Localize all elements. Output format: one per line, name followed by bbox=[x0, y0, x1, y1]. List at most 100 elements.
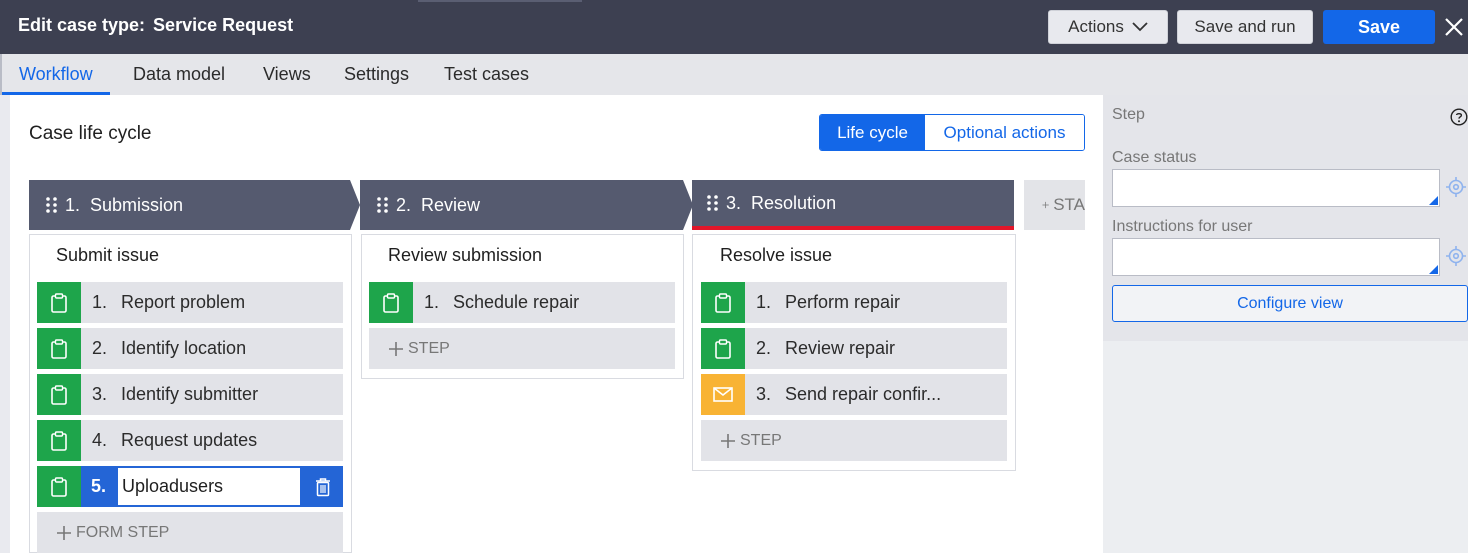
step-icon bbox=[701, 282, 745, 323]
tab-bar: Workflow Data model Views Settings Test … bbox=[0, 54, 1468, 95]
case-status-label: Case status bbox=[1112, 149, 1197, 166]
step-review-repair[interactable]: 2. Review repair bbox=[701, 328, 1007, 369]
clipboard-icon bbox=[51, 476, 67, 497]
step-schedule-repair[interactable]: 1. Schedule repair bbox=[369, 282, 675, 323]
delete-step-button[interactable] bbox=[302, 466, 343, 507]
stage-number: 3. bbox=[726, 192, 742, 213]
clipboard-icon bbox=[51, 338, 67, 359]
clipboard-icon bbox=[51, 430, 67, 451]
close-icon[interactable] bbox=[1441, 14, 1467, 40]
step-request-updates[interactable]: 4. Request updates bbox=[37, 420, 343, 461]
trash-icon bbox=[315, 477, 330, 496]
properties-panel-lower bbox=[1103, 341, 1468, 553]
step-icon bbox=[369, 282, 413, 323]
step-number: 1. bbox=[91, 292, 107, 312]
step-label: Identify location bbox=[121, 338, 247, 358]
tab-workflow[interactable]: Workflow bbox=[2, 54, 110, 95]
stage-arrow bbox=[350, 180, 360, 230]
step-label: Review repair bbox=[785, 338, 896, 358]
tab-data-model[interactable]: Data model bbox=[133, 54, 225, 95]
step-label: Identify submitter bbox=[121, 384, 259, 404]
target-icon[interactable] bbox=[1445, 245, 1467, 267]
top-header: Edit case type: Service Request Actions S… bbox=[0, 0, 1468, 54]
plus-icon bbox=[57, 525, 71, 540]
step-perform-repair[interactable]: 1. Perform repair bbox=[701, 282, 1007, 323]
add-step-button[interactable]: STEP bbox=[701, 420, 1007, 461]
header-notch bbox=[418, 0, 582, 2]
step-number: 1. bbox=[755, 292, 771, 312]
drag-handle-icon[interactable] bbox=[45, 196, 59, 214]
add-step-label: FORM STEP bbox=[76, 523, 170, 541]
stage-resolution[interactable]: 3. Resolution bbox=[692, 180, 1014, 230]
step-name-input[interactable] bbox=[118, 468, 300, 505]
add-step-label: STEP bbox=[740, 431, 782, 449]
step-label: Send repair confir... bbox=[785, 384, 942, 404]
field-resize-corner bbox=[1429, 265, 1438, 274]
add-step-button[interactable]: STEP bbox=[369, 328, 675, 369]
configure-view-button[interactable]: Configure view bbox=[1112, 285, 1468, 322]
step-icon bbox=[37, 420, 81, 461]
step-label: Request updates bbox=[121, 430, 258, 450]
step-number: 2. bbox=[755, 338, 771, 358]
clipboard-icon bbox=[51, 384, 67, 405]
plus-icon bbox=[389, 341, 403, 356]
step-send-repair-confirmation[interactable]: 3. Send repair confir... bbox=[701, 374, 1007, 415]
stage-submission[interactable]: 1. Submission bbox=[29, 180, 360, 230]
drag-handle-icon[interactable] bbox=[706, 194, 720, 212]
step-number: 4. bbox=[91, 430, 107, 450]
step-number: 2. bbox=[91, 338, 107, 358]
instructions-field[interactable] bbox=[1112, 238, 1440, 276]
add-stage-button[interactable]: STA bbox=[1024, 180, 1085, 230]
step-icon bbox=[37, 466, 81, 507]
tab-test-cases[interactable]: Test cases bbox=[444, 54, 529, 95]
step-number: 3. bbox=[755, 384, 771, 404]
clipboard-icon bbox=[51, 292, 67, 313]
actions-button[interactable]: Actions bbox=[1048, 10, 1168, 44]
case-life-cycle-title: Case life cycle bbox=[29, 123, 152, 144]
envelope-icon bbox=[713, 387, 733, 402]
step-number: 3. bbox=[91, 384, 107, 404]
step-number: 5. bbox=[81, 466, 116, 507]
actions-label: Actions bbox=[1068, 17, 1124, 36]
save-and-run-button[interactable]: Save and run bbox=[1177, 10, 1313, 44]
plus-icon bbox=[1042, 201, 1049, 209]
plus-icon bbox=[721, 433, 735, 448]
case-status-field[interactable] bbox=[1112, 169, 1440, 207]
page-title: Edit case type: Service Request bbox=[18, 15, 293, 36]
left-gutter bbox=[0, 95, 10, 553]
step-icon bbox=[37, 374, 81, 415]
step-icon bbox=[701, 328, 745, 369]
add-stage-label: STA bbox=[1053, 195, 1085, 214]
tab-settings[interactable]: Settings bbox=[344, 54, 409, 95]
stage-name: Resolution bbox=[751, 192, 837, 213]
step-edit-row: 5. bbox=[37, 466, 343, 507]
step-icon bbox=[701, 374, 745, 415]
add-form-step-button[interactable]: FORM STEP bbox=[37, 512, 343, 553]
step-report-problem[interactable]: 1. Report problem bbox=[37, 282, 343, 323]
tab-views[interactable]: Views bbox=[263, 54, 311, 95]
drag-handle-icon[interactable] bbox=[376, 196, 390, 214]
chevron-down-icon bbox=[1132, 22, 1148, 32]
step-label: Schedule repair bbox=[453, 292, 580, 312]
stage-number: 2. bbox=[396, 194, 412, 215]
panel-section-label: Step bbox=[1112, 106, 1145, 123]
instructions-label: Instructions for user bbox=[1112, 218, 1253, 235]
step-name-input-wrap bbox=[116, 466, 302, 507]
save-button[interactable]: Save bbox=[1323, 10, 1435, 44]
help-icon[interactable] bbox=[1450, 108, 1468, 126]
step-number: 1. bbox=[423, 292, 439, 312]
stage-name: Review bbox=[421, 194, 481, 215]
optional-actions-toggle[interactable]: Optional actions bbox=[925, 115, 1084, 150]
stage-review[interactable]: 2. Review bbox=[360, 180, 693, 230]
step-identify-location[interactable]: 2. Identify location bbox=[37, 328, 343, 369]
process-title[interactable]: Submit issue bbox=[56, 245, 159, 266]
life-cycle-toggle[interactable]: Life cycle bbox=[820, 115, 925, 150]
step-icon bbox=[37, 328, 81, 369]
step-label: Report problem bbox=[121, 292, 246, 312]
process-title[interactable]: Resolve issue bbox=[720, 245, 832, 266]
step-identify-submitter[interactable]: 3. Identify submitter bbox=[37, 374, 343, 415]
process-title[interactable]: Review submission bbox=[388, 245, 542, 266]
target-icon[interactable] bbox=[1445, 176, 1467, 198]
case-type-name: Service Request bbox=[153, 15, 294, 35]
view-toggle: Life cycle Optional actions bbox=[819, 114, 1085, 151]
